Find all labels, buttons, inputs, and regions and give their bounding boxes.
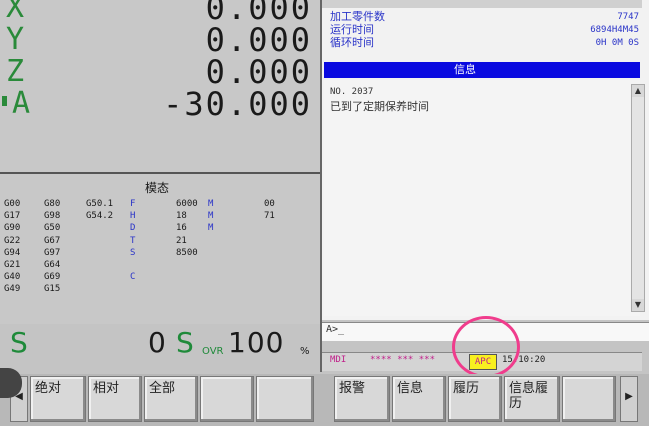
modal-code: 71 bbox=[264, 211, 275, 222]
highlight-circle bbox=[452, 316, 520, 378]
parts-count-label: 加工零件数 bbox=[330, 10, 385, 23]
modal-code: M bbox=[208, 211, 214, 222]
spindle-override-value: 100 bbox=[228, 326, 285, 359]
modal-info-panel: 模态 G00 G17 G90 G22 G94 G21 G40 G49 G80 G98 G50 G67 G… bbox=[0, 174, 320, 324]
modal-code: G80 bbox=[44, 199, 61, 209]
modal-code: 16 bbox=[176, 223, 187, 234]
modal-code: G17 bbox=[4, 211, 21, 222]
softkey-empty-2[interactable] bbox=[256, 376, 314, 422]
modal-code: 00 bbox=[264, 199, 275, 209]
axis-position-panel: X 0.000 Y 0.000 Z 0.000 A -30.000 bbox=[0, 0, 320, 172]
modal-code: S bbox=[130, 247, 136, 258]
softkey-history[interactable]: 履历 bbox=[448, 376, 502, 422]
message-header-label: 信息 bbox=[454, 63, 476, 76]
status-flags: **** *** *** bbox=[370, 355, 436, 365]
modal-code: G22 bbox=[4, 235, 21, 246]
scroll-down-icon[interactable]: ▼ bbox=[632, 299, 644, 311]
softkey-empty-1[interactable] bbox=[200, 376, 254, 422]
percent-sign: % bbox=[300, 346, 310, 357]
softkey-all[interactable]: 全部 bbox=[144, 376, 198, 422]
modal-code: G94 bbox=[4, 247, 21, 258]
modal-code: C bbox=[130, 272, 136, 283]
softkey-alarm[interactable]: 报警 bbox=[334, 376, 390, 422]
modal-code: G67 bbox=[44, 235, 61, 246]
spindle-label: S bbox=[10, 326, 28, 359]
modal-code: G15 bbox=[44, 284, 61, 295]
message-header-bar: 信息 bbox=[324, 62, 640, 78]
modal-title: 模态 bbox=[145, 181, 170, 195]
scroll-up-icon[interactable]: ▲ bbox=[632, 85, 644, 97]
modal-code: G21 bbox=[4, 260, 21, 270]
cycle-time-value: 0H 0M 0S bbox=[595, 38, 639, 48]
modal-code: H bbox=[130, 211, 136, 222]
axis-name: A bbox=[12, 86, 31, 121]
softkey-message[interactable]: 信息 bbox=[392, 376, 446, 422]
message-text: 已到了定期保养时间 bbox=[330, 100, 429, 113]
modal-code: 6000 bbox=[176, 199, 198, 209]
modal-code: 8500 bbox=[176, 247, 198, 258]
message-code: NO. 2037 bbox=[330, 87, 374, 97]
axis-row-a: A -30.000 bbox=[0, 88, 320, 120]
modal-code: G50 bbox=[44, 223, 61, 234]
modal-code: T bbox=[130, 235, 136, 246]
run-time-label: 运行时间 bbox=[330, 23, 374, 36]
modal-code: M bbox=[208, 223, 214, 234]
axis-name: Y bbox=[6, 22, 25, 57]
softkey-absolute[interactable]: 绝对 bbox=[30, 376, 86, 422]
axis-row-y: Y 0.000 bbox=[0, 21, 320, 59]
modal-code: D bbox=[130, 223, 136, 234]
axis-name: Z bbox=[6, 54, 25, 89]
modal-code: G64 bbox=[44, 260, 61, 270]
status-mode: MDI bbox=[330, 355, 347, 365]
softkey-next-icon[interactable]: ▶ bbox=[620, 376, 638, 422]
axis-value: -30.000 bbox=[163, 85, 312, 123]
message-scrollbar[interactable]: ▲ ▼ bbox=[631, 84, 645, 312]
axis-value: 0.000 bbox=[205, 21, 312, 59]
axis-name: X bbox=[6, 0, 25, 25]
info-panel: 加工零件数 7747 运行时间 6894H4M45 循环时间 0H 0M 0S … bbox=[322, 0, 649, 320]
cycle-time-label: 循环时间 bbox=[330, 36, 374, 49]
modal-code: G97 bbox=[44, 247, 61, 258]
axis-value: 0.000 bbox=[205, 53, 312, 91]
modal-code: G98 bbox=[44, 211, 61, 222]
active-axis-marker bbox=[2, 96, 7, 106]
modal-code: F bbox=[130, 199, 136, 209]
info-top-strip bbox=[322, 0, 642, 8]
cnc-screen: X 0.000 Y 0.000 Z 0.000 A -30.000 模态 G00… bbox=[0, 0, 649, 426]
softkey-message-history[interactable]: 信息履历 bbox=[504, 376, 560, 422]
parts-count-value: 7747 bbox=[617, 12, 639, 22]
softkey-bar: ◀ 绝对 相对 全部 报警 信息 履历 信息履历 ▶ bbox=[0, 374, 649, 426]
message-area: NO. 2037 已到了定期保养时间 bbox=[324, 80, 640, 316]
spindle-override-sub: OVR bbox=[202, 346, 224, 357]
modal-code: G40 bbox=[4, 272, 21, 283]
modal-code: G00 bbox=[4, 199, 21, 209]
modal-code: G50.1 bbox=[86, 199, 114, 209]
modal-code: M bbox=[208, 199, 214, 209]
modal-code: G54.2 bbox=[86, 211, 114, 222]
modal-code: G49 bbox=[4, 284, 21, 295]
run-time-value: 6894H4M45 bbox=[590, 25, 639, 35]
modal-code: G90 bbox=[4, 223, 21, 234]
softkey-relative[interactable]: 相对 bbox=[88, 376, 142, 422]
spindle-override-label: S bbox=[176, 326, 194, 359]
modal-code: 21 bbox=[176, 235, 187, 246]
axis-row-z: Z 0.000 bbox=[0, 53, 320, 91]
modal-code: G69 bbox=[44, 272, 61, 283]
modal-code: 18 bbox=[176, 211, 187, 222]
input-prompt: A>_ bbox=[326, 324, 345, 335]
softkey-empty-3[interactable] bbox=[562, 376, 616, 422]
spindle-speed-value: 0 bbox=[148, 326, 166, 359]
